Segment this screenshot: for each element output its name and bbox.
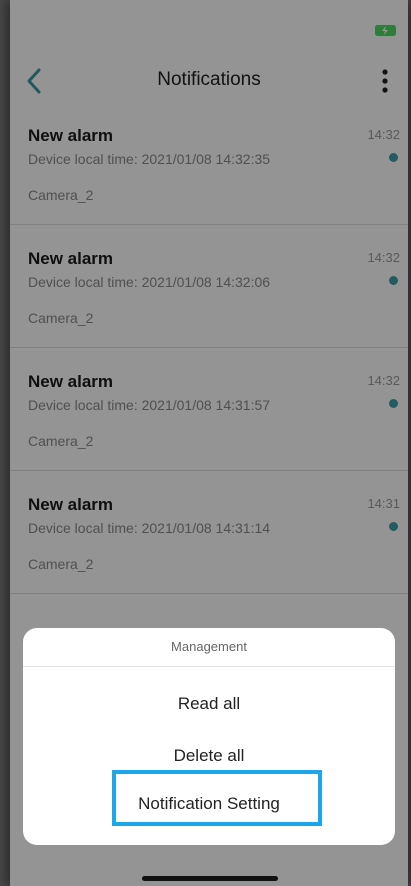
home-indicator: [142, 876, 278, 881]
phone-screen: 2:33 Notifications New alarm Device loca…: [10, 0, 408, 886]
highlight-box: [112, 770, 322, 826]
action-sheet-title: Management: [23, 628, 395, 667]
read-all-option[interactable]: Read all: [23, 694, 395, 714]
delete-all-option[interactable]: Delete all: [23, 746, 395, 766]
